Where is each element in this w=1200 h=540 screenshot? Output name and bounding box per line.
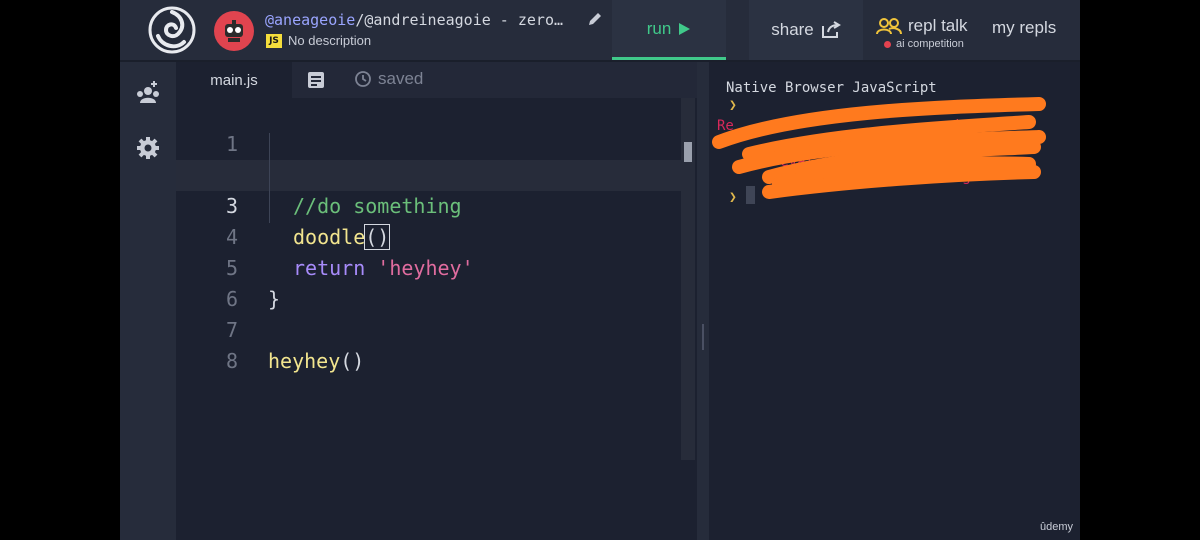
redaction-scribble bbox=[712, 97, 1046, 199]
robot-icon bbox=[225, 20, 243, 42]
repl-description[interactable]: No description bbox=[288, 33, 371, 48]
code-line: 5 } bbox=[176, 222, 681, 311]
repl-talk-link[interactable]: repl talk bbox=[876, 16, 968, 36]
replit-logo-icon[interactable] bbox=[148, 6, 196, 54]
ai-competition-link[interactable]: ai competition bbox=[884, 38, 964, 50]
my-repls-link[interactable]: my repls bbox=[992, 18, 1056, 38]
code-line: 2 //do something bbox=[176, 129, 681, 218]
people-icon bbox=[876, 18, 902, 35]
top-bar: @aneageoie/@andreineagoie - zero… JS No … bbox=[120, 0, 1080, 62]
code-text: heyhey() bbox=[268, 349, 365, 373]
code-line: 7 heyhey() bbox=[176, 284, 681, 373]
resize-handle[interactable] bbox=[702, 324, 704, 350]
ai-competition-label: ai competition bbox=[896, 38, 964, 50]
save-status: saved bbox=[354, 69, 423, 89]
code-line-active: 3 doodle() bbox=[176, 160, 681, 250]
pane-divider[interactable] bbox=[697, 62, 709, 540]
edit-pencil-icon[interactable] bbox=[586, 10, 604, 28]
repl-owner-link[interactable]: @aneageoie bbox=[265, 11, 355, 29]
run-label: run bbox=[646, 18, 672, 38]
code-line: 8 bbox=[176, 315, 681, 373]
left-sidebar bbox=[120, 62, 176, 540]
avatar[interactable] bbox=[214, 11, 254, 51]
console-pane[interactable]: Native Browser JavaScript ❯ Re ined :7:1… bbox=[709, 62, 1080, 540]
share-label: share bbox=[771, 20, 814, 39]
run-button[interactable]: run bbox=[612, 0, 726, 60]
code-line: 4 return 'heyhey' bbox=[176, 191, 681, 280]
share-button[interactable]: share bbox=[749, 0, 863, 60]
indent-guide bbox=[269, 133, 270, 223]
console-input-cursor[interactable] bbox=[746, 186, 755, 204]
settings-gear-icon[interactable] bbox=[135, 135, 161, 161]
line-number: 8 bbox=[225, 349, 238, 373]
input-prompt-icon: ❯ bbox=[729, 190, 737, 205]
udemy-watermark: ûdemy bbox=[1040, 521, 1074, 533]
scrollbar-thumb[interactable] bbox=[684, 142, 692, 162]
saved-label: saved bbox=[378, 69, 424, 88]
code-line: 6 bbox=[176, 253, 681, 311]
file-list-icon[interactable] bbox=[307, 71, 325, 89]
share-export-icon bbox=[821, 21, 841, 38]
history-icon bbox=[355, 71, 371, 87]
add-user-icon[interactable] bbox=[135, 78, 161, 104]
editor-scrollbar[interactable] bbox=[681, 98, 695, 460]
repl-talk-label: repl talk bbox=[908, 16, 968, 35]
repl-title[interactable]: @aneageoie/@andreineagoie - zero… bbox=[265, 11, 563, 29]
code-area[interactable]: 1 var heyhey = function doodle() { 2 //d… bbox=[176, 98, 681, 540]
repl-window: @aneageoie/@andreineagoie - zero… JS No … bbox=[120, 0, 1080, 540]
code-editor[interactable]: main.js saved 1 var heyhey = function do… bbox=[176, 62, 697, 540]
live-dot-icon bbox=[884, 40, 891, 48]
javascript-language-badge: JS bbox=[266, 34, 282, 48]
tab-main-js[interactable]: main.js bbox=[176, 62, 292, 98]
repl-path: /@andreineagoie - zero… bbox=[355, 11, 564, 29]
editor-tab-bar: main.js saved bbox=[176, 62, 697, 98]
play-icon bbox=[679, 22, 691, 35]
code-line: 1 var heyhey = function doodle() { bbox=[176, 98, 681, 187]
